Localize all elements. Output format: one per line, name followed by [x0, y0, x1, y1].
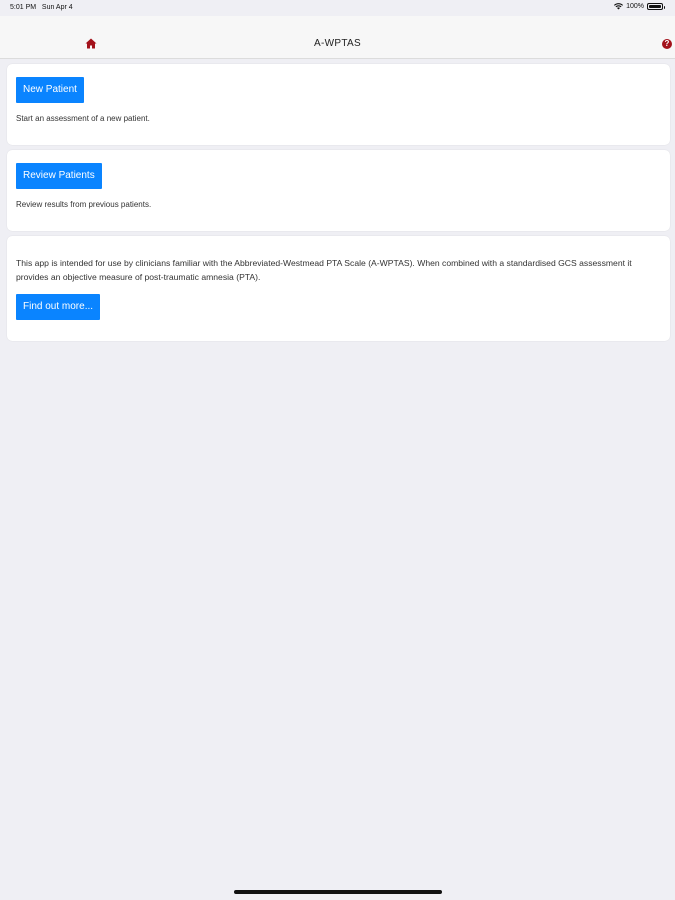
page-title: A-WPTAS — [314, 38, 361, 49]
status-time-date: 5:01 PM Sun Apr 4 — [10, 4, 73, 11]
help-icon[interactable]: ? — [662, 39, 672, 49]
new-patient-description: Start an assessment of a new patient. — [16, 114, 150, 123]
battery-icon — [647, 3, 665, 10]
find-out-more-button[interactable]: Find out more... — [16, 294, 101, 320]
wifi-icon — [614, 3, 624, 10]
status-time: 5:01 PM — [10, 4, 37, 11]
new-patient-card: New Patient Start an assessment of a new… — [7, 64, 670, 145]
battery-percent: 100% — [626, 3, 644, 10]
info-card: This app is intended for use by clinicia… — [7, 236, 670, 341]
new-patient-button[interactable]: New Patient — [16, 77, 84, 103]
info-text: This app is intended for use by clinicia… — [16, 258, 632, 282]
help-glyph: ? — [664, 39, 670, 48]
status-indicators: 100% — [614, 3, 665, 10]
status-date: Sun Apr 4 — [41, 4, 73, 11]
review-patients-card: Review Patients Review results from prev… — [7, 150, 670, 231]
review-patients-button[interactable]: Review Patients — [16, 163, 102, 189]
status-bar: 5:01 PM Sun Apr 4 100% — [0, 0, 675, 16]
review-patients-description: Review results from previous patients. — [16, 200, 152, 209]
home-indicator[interactable] — [234, 890, 442, 894]
navigation-bar: A-WPTAS ? — [0, 16, 675, 59]
